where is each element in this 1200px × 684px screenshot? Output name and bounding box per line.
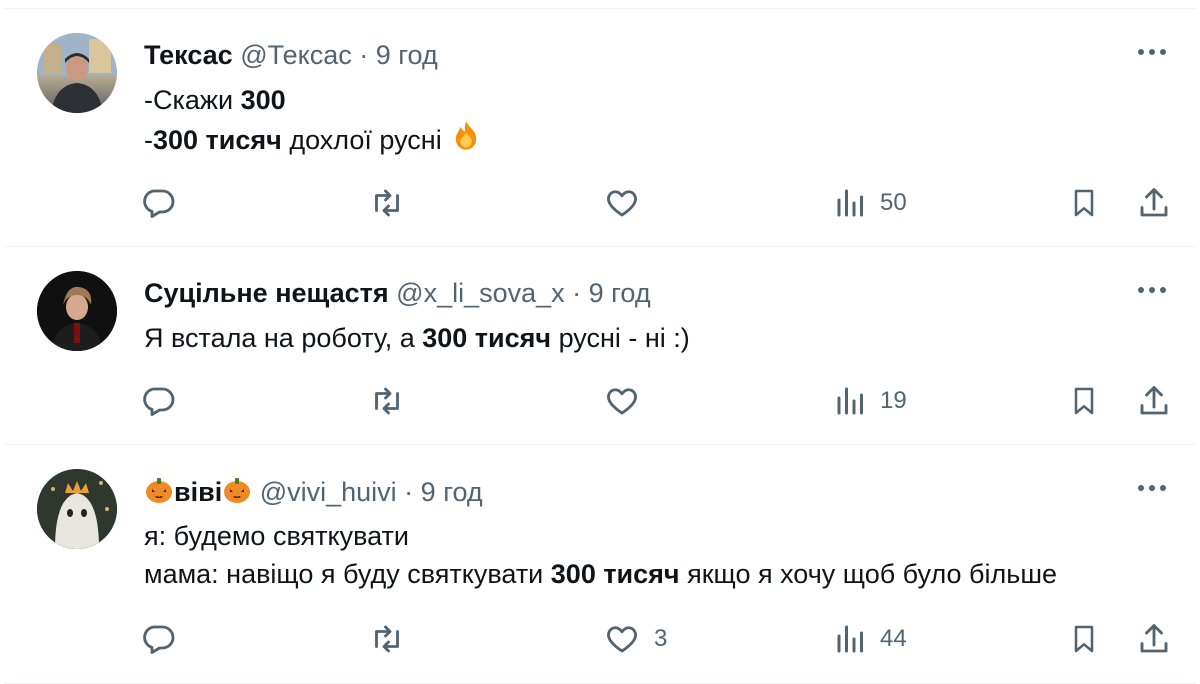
like-button[interactable]: 3 <box>604 619 667 659</box>
tweet-header: Суцільне нещастя @x_li_sova_x · 9 год <box>144 277 651 309</box>
tweet-actions: 3 44 <box>4 619 1196 659</box>
views-count: 19 <box>880 387 907 414</box>
bookmark-button[interactable] <box>1068 619 1100 659</box>
share-icon <box>1136 383 1172 419</box>
bookmark-icon <box>1068 185 1100 221</box>
text-run: якщо я хочу щоб було більше <box>679 559 1057 589</box>
retweet-icon <box>369 383 405 419</box>
reply-icon <box>140 185 176 221</box>
avatar[interactable] <box>37 469 117 549</box>
text-run: я: будемо святкувати <box>144 521 410 551</box>
share-icon <box>1136 621 1172 657</box>
tweet-text-line: Я встала на роботу, а 300 тисяч русні - … <box>144 319 690 357</box>
like-icon <box>604 621 640 657</box>
like-icon <box>604 383 640 419</box>
text-run: -Скажи <box>144 85 241 115</box>
bold-text: 300 <box>240 85 286 115</box>
author-name[interactable]: Тексас <box>144 40 233 70</box>
tweet-text-line: -Скажи 300 <box>144 81 483 119</box>
author-name[interactable]: віві <box>174 477 222 507</box>
fire-emoji <box>449 119 483 163</box>
pumpkin-emoji <box>144 475 174 512</box>
views-button[interactable]: 19 <box>836 381 907 421</box>
reply-button[interactable] <box>140 381 176 421</box>
tweet-text: я: будемо святкувати мама: навіщо я буду … <box>144 517 1057 593</box>
more-icon[interactable] <box>1136 45 1168 57</box>
separator-dot: · <box>396 477 421 507</box>
retweet-icon <box>369 621 405 657</box>
tweet-header: віві @vivi_huivi · 9 год <box>144 475 483 512</box>
views-button[interactable]: 50 <box>836 183 907 223</box>
text-run: дохлої русні <box>281 125 450 155</box>
views-icon <box>836 621 866 657</box>
reply-icon <box>140 383 176 419</box>
tweet-text: Я встала на роботу, а 300 тисяч русні - … <box>144 319 690 357</box>
retweet-icon <box>369 185 405 221</box>
author-handle[interactable]: @vivi_huivi <box>260 477 397 507</box>
avatar[interactable] <box>37 271 117 351</box>
share-button[interactable] <box>1136 183 1172 223</box>
text-run: мама: навіщо я буду святкувати <box>144 559 551 589</box>
tweet-text-line: я: будемо святкувати <box>144 517 1057 555</box>
timestamp[interactable]: 9 год <box>376 40 438 70</box>
tweet-text-line: мама: навіщо я буду святкувати 300 тисяч… <box>144 555 1057 593</box>
separator-dot: · <box>351 40 376 70</box>
tweet-feed: Тексас @Тексас · 9 год -Скажи 300 -300 ти… <box>0 0 1200 684</box>
reply-button[interactable] <box>140 183 176 223</box>
avatar[interactable] <box>37 33 117 113</box>
views-button[interactable]: 44 <box>836 619 907 659</box>
author-name-group[interactable]: віві <box>144 477 252 507</box>
like-count: 3 <box>654 625 668 652</box>
author-name[interactable]: Суцільне нещастя <box>144 278 389 308</box>
views-count: 50 <box>880 189 907 216</box>
bookmark-button[interactable] <box>1068 183 1100 223</box>
timestamp[interactable]: 9 год <box>421 477 483 507</box>
tweet-header: Тексас @Тексас · 9 год <box>144 39 438 71</box>
separator-dot: · <box>564 278 589 308</box>
tweet[interactable]: віві @vivi_huivi · 9 год я: будемо святк… <box>4 444 1196 684</box>
like-button[interactable] <box>604 381 654 421</box>
text-run: Я встала на роботу, а <box>144 323 423 353</box>
views-count: 44 <box>880 625 907 652</box>
more-icon[interactable] <box>1136 481 1168 493</box>
bold-text: 300 тисяч <box>550 559 680 589</box>
tweet-actions: 19 <box>4 381 1196 421</box>
views-icon <box>836 185 866 221</box>
reply-icon <box>140 621 176 657</box>
share-button[interactable] <box>1136 619 1172 659</box>
bookmark-icon <box>1068 621 1100 657</box>
share-button[interactable] <box>1136 381 1172 421</box>
tweet-actions: 50 <box>4 183 1196 223</box>
more-icon[interactable] <box>1136 283 1168 295</box>
reply-button[interactable] <box>140 619 176 659</box>
pumpkin-emoji <box>222 475 252 512</box>
share-icon <box>1136 185 1172 221</box>
text-run: - <box>144 125 153 155</box>
like-button[interactable] <box>604 183 654 223</box>
bookmark-button[interactable] <box>1068 381 1100 421</box>
author-handle[interactable]: @x_li_sova_x <box>396 278 565 308</box>
bookmark-icon <box>1068 383 1100 419</box>
bold-text: 300 тисяч <box>153 125 282 155</box>
retweet-button[interactable] <box>369 619 405 659</box>
tweet-text: -Скажи 300 -300 тисяч дохлої русні <box>144 81 483 163</box>
timestamp[interactable]: 9 год <box>589 278 651 308</box>
tweet-text-line: -300 тисяч дохлої русні <box>144 119 483 163</box>
like-icon <box>604 185 640 221</box>
tweet[interactable]: Тексас @Тексас · 9 год -Скажи 300 -300 ти… <box>4 8 1196 246</box>
tweet[interactable]: Суцільне нещастя @x_li_sova_x · 9 год Я … <box>4 246 1196 444</box>
retweet-button[interactable] <box>369 381 405 421</box>
text-run: русні - ні :) <box>551 323 690 353</box>
views-icon <box>836 383 866 419</box>
author-handle[interactable]: @Тексас <box>240 40 352 70</box>
bold-text: 300 тисяч <box>422 323 552 353</box>
retweet-button[interactable] <box>369 183 405 223</box>
